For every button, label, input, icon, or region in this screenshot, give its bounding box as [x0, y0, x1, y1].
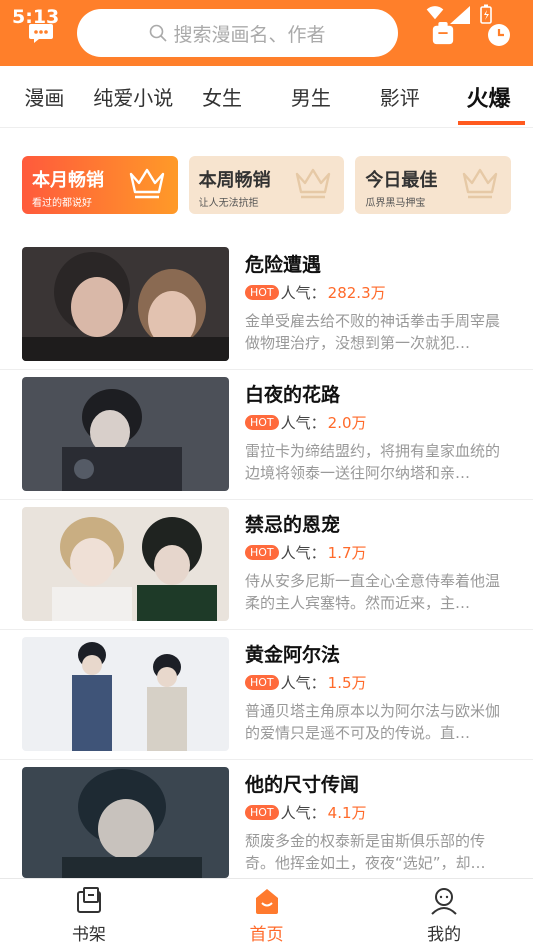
comic-description: 金单受雇去给不败的神话拳击手周宰晨做物理治疗，没想到第一次就犯…: [245, 312, 501, 352]
hot-badge: HOT: [245, 415, 279, 430]
search-icon: [150, 24, 168, 42]
crown-icon: [462, 168, 498, 199]
comic-cover[interactable]: [22, 247, 229, 361]
message-icon[interactable]: [28, 22, 54, 44]
comic-cover[interactable]: [22, 637, 229, 751]
hot-badge: HOT: [245, 545, 279, 560]
list-item[interactable]: 黄金阿尔法 HOT 人气： 1.5万 普通贝塔主角原本以为阿尔法与欧米伽的爱情只…: [0, 630, 533, 760]
popularity: HOT 人气： 282.3万: [245, 282, 386, 303]
bookshelf-top-icon[interactable]: [430, 22, 456, 46]
profile-icon: [431, 888, 457, 915]
popularity-value: 1.5万: [327, 674, 367, 692]
bookshelf-icon: [76, 887, 101, 913]
popularity-value: 2.0万: [327, 414, 367, 432]
list-item[interactable]: 白夜的花路 HOT 人气： 2.0万 雷拉卡为缔结盟约，将拥有皇家血统的边境将领…: [0, 370, 533, 500]
nav-home[interactable]: 首页: [178, 879, 356, 948]
popularity-label: 人气：: [280, 804, 326, 822]
list-item[interactable]: 他的尺寸传闻 HOT 人气： 4.1万 颓废多金的权泰新是宙斯俱乐部的传奇。他挥…: [0, 760, 533, 878]
popularity-label: 人气：: [280, 414, 326, 432]
hot-badge: HOT: [245, 805, 279, 820]
popularity: HOT 人气： 1.5万: [245, 672, 367, 693]
comic-title: 危险遭遇: [245, 254, 322, 276]
comic-title: 黄金阿尔法: [245, 644, 341, 666]
nav-label: 我的: [427, 925, 462, 945]
bottom-nav: 书架 首页 我的: [0, 878, 533, 948]
nav-label: 书架: [71, 925, 106, 945]
comic-description: 侍从安多尼斯一直全心全意侍奉着他温柔的主人宾塞特。然而近来，主…: [245, 572, 501, 612]
popularity-value: 1.7万: [327, 544, 367, 562]
comic-description: 普通贝塔主角原本以为阿尔法与欧米伽的爱情只是遥不可及的传说。直…: [245, 702, 501, 742]
battery-icon: [480, 4, 492, 24]
popularity: HOT 人气： 1.7万: [245, 542, 367, 563]
top-bar: 5:13 搜索漫画名、作者: [0, 0, 533, 66]
comic-description: 雷拉卡为缔结盟约，将拥有皇家血统的边境将领泰一送往阿尔纳塔和亲…: [245, 442, 501, 482]
popularity-value: 282.3万: [327, 284, 386, 302]
crown-icon: [129, 168, 164, 199]
tab-female[interactable]: 女生: [178, 66, 267, 127]
popularity-label: 人气：: [280, 284, 326, 302]
hot-badge: HOT: [245, 675, 279, 690]
nav-profile[interactable]: 我的: [355, 879, 533, 948]
tab-bl-novel[interactable]: 纯爱小说: [89, 66, 178, 127]
tab-male[interactable]: 男生: [266, 66, 355, 127]
popularity-value: 4.1万: [327, 804, 367, 822]
home-icon: [255, 889, 278, 914]
history-icon[interactable]: [486, 22, 512, 48]
ranking-daily[interactable]: 今日最佳 瓜界黑马押宝: [355, 156, 512, 214]
nav-bookshelf[interactable]: 书架: [0, 879, 178, 948]
search-placeholder: 搜索漫画名、作者: [173, 23, 326, 46]
hot-badge: HOT: [245, 285, 279, 300]
popularity: HOT 人气： 2.0万: [245, 412, 367, 433]
list-item[interactable]: 禁忌的恩宠 HOT 人气： 1.7万 侍从安多尼斯一直全心全意侍奉着他温柔的主人…: [0, 500, 533, 630]
comic-list: 危险遭遇 HOT 人气： 282.3万 金单受雇去给不败的神话拳击手周宰晨做物理…: [0, 240, 533, 878]
comic-cover[interactable]: [22, 507, 229, 621]
comic-title: 他的尺寸传闻: [245, 774, 360, 796]
popularity: HOT 人气： 4.1万: [245, 802, 367, 823]
comic-title: 禁忌的恩宠: [245, 514, 341, 536]
ranking-weekly[interactable]: 本周畅销 让人无法抗拒: [188, 156, 345, 214]
tab-manhua[interactable]: 漫画: [0, 66, 89, 127]
popularity-label: 人气：: [280, 544, 326, 562]
comic-title: 白夜的花路: [245, 384, 341, 406]
comic-cover[interactable]: [22, 767, 229, 878]
ranking-cards: 本月畅销 看过的都说好 本周畅销 让人无法抗拒 今日最佳 瓜界黑马押宝: [22, 156, 512, 214]
popularity-label: 人气：: [280, 674, 326, 692]
wifi-icon: [426, 6, 444, 20]
tab-review[interactable]: 影评: [355, 66, 444, 127]
nav-label: 首页: [249, 925, 284, 945]
category-tabs: 漫画 纯爱小说 女生 男生 影评 火爆: [0, 66, 533, 128]
search-input[interactable]: 搜索漫画名、作者: [77, 9, 398, 57]
comic-description: 颓废多金的权泰新是宙斯俱乐部的传奇。他挥金如土，夜夜“选妃”，却…: [245, 832, 486, 872]
tab-hot[interactable]: 火爆: [444, 66, 533, 127]
comic-cover[interactable]: [22, 377, 229, 491]
crown-icon: [296, 168, 331, 199]
ranking-monthly[interactable]: 本月畅销 看过的都说好: [22, 156, 178, 214]
list-item[interactable]: 危险遭遇 HOT 人气： 282.3万 金单受雇去给不败的神话拳击手周宰晨做物理…: [0, 240, 533, 370]
